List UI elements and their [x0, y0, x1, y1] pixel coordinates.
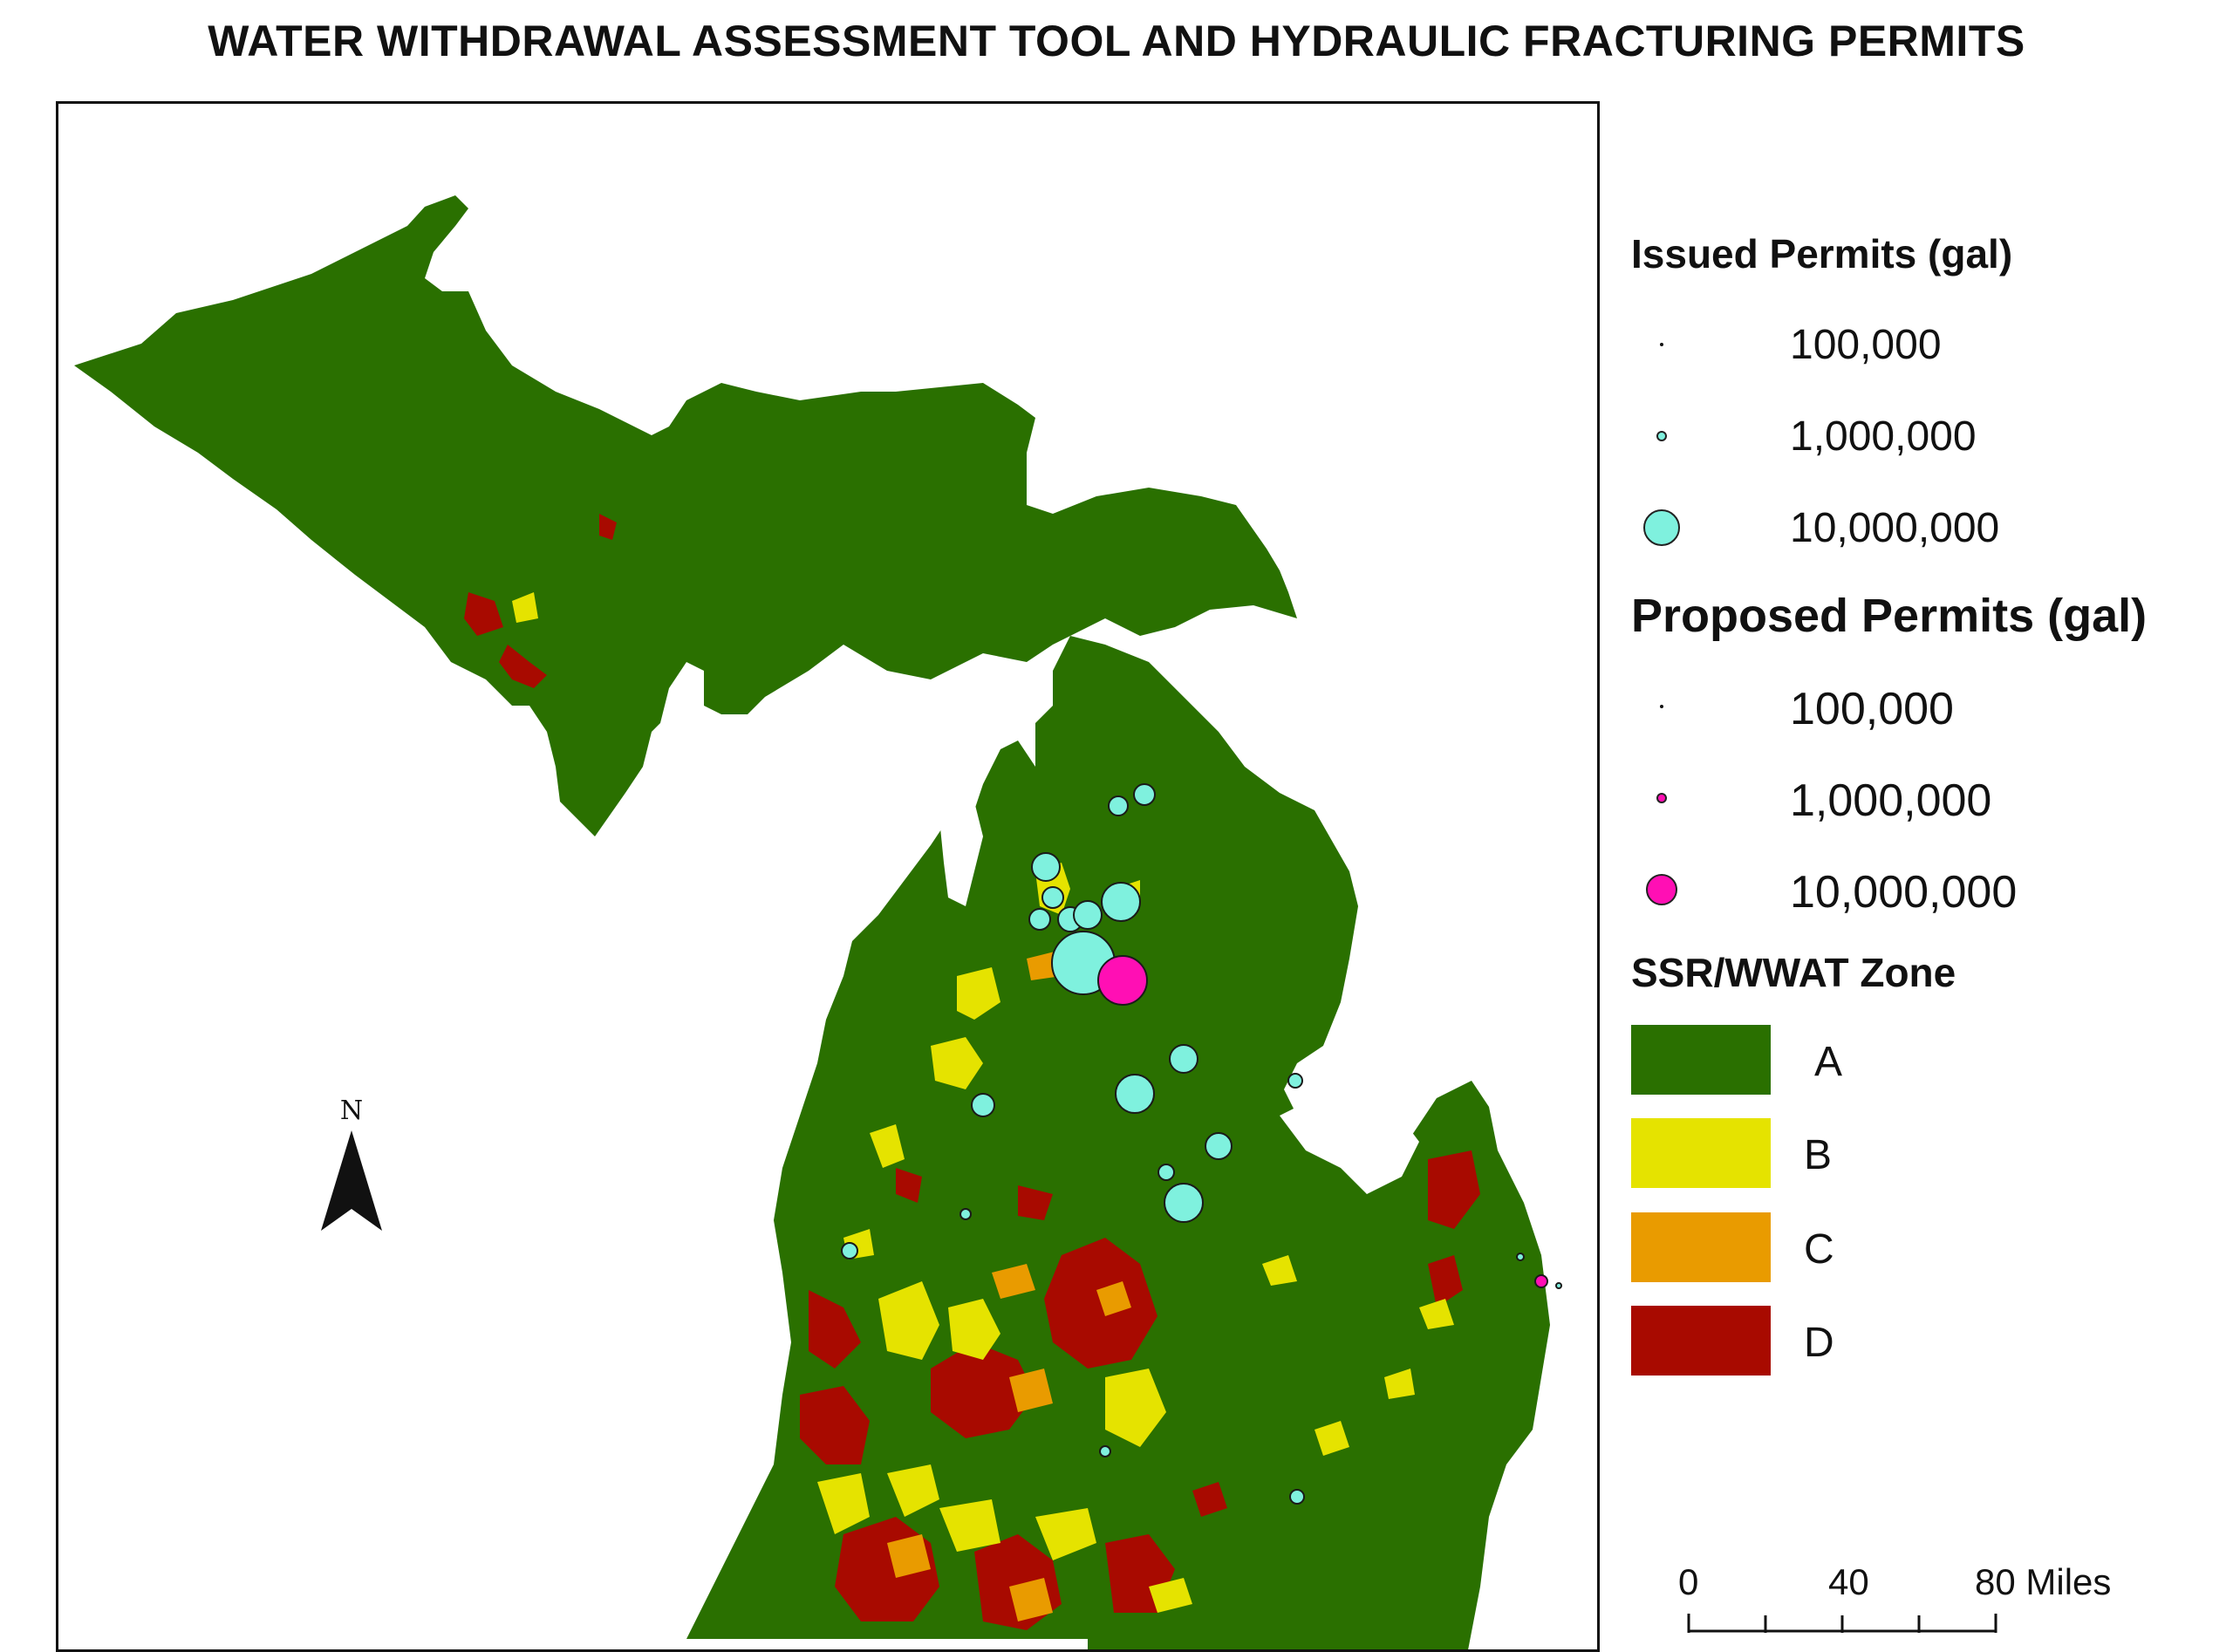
- proposed-permits-heading: Proposed Permits (gal): [1631, 590, 2148, 642]
- issued-permit: [1028, 908, 1051, 931]
- issued-permit: [1031, 852, 1061, 882]
- proposed-1m-label: 1,000,000: [1790, 775, 1992, 826]
- map-frame: [56, 101, 1600, 1652]
- issued-permit: [1101, 882, 1141, 922]
- zone-a-swatch: [1631, 1025, 1771, 1095]
- proposed-permit: [1097, 955, 1148, 1006]
- issued-permit: [1108, 795, 1129, 816]
- issued-permit: [1169, 1044, 1198, 1074]
- issued-100k-label: 100,000: [1790, 322, 1942, 368]
- issued-10m-symbol: [1622, 497, 1701, 558]
- legend-item-proposed-10m: 10,000,000: [1622, 859, 2224, 920]
- issued-100k-symbol: [1622, 314, 1701, 375]
- scale-bar: 0 40 80 Miles: [1657, 1561, 2111, 1640]
- map-title: WATER WITHDRAWAL ASSESSMENT TOOL AND HYD…: [208, 17, 2025, 65]
- issued-permit: [1073, 900, 1103, 930]
- north-letter: N: [339, 1096, 364, 1126]
- zone-heading: SSR/WWAT Zone: [1631, 950, 1956, 995]
- issued-permit: [1555, 1282, 1562, 1289]
- issued-permit: [841, 1242, 858, 1259]
- michigan-map: [74, 195, 1562, 1649]
- north-arrow-icon: [321, 1130, 382, 1231]
- proposed-10m-label: 10,000,000: [1790, 867, 2018, 918]
- issued-10m-label: 10,000,000: [1790, 505, 2000, 551]
- legend-item-issued-1m: 1,000,000: [1622, 406, 2224, 467]
- zone-d-swatch: [1631, 1306, 1771, 1376]
- legend-item-issued-10m: 10,000,000: [1622, 497, 2224, 558]
- proposed-permit: [1534, 1274, 1548, 1288]
- issued-permit: [1205, 1132, 1233, 1160]
- zone-b-swatch: [1631, 1118, 1771, 1188]
- scale-bar-line: [1687, 1614, 1997, 1633]
- legend-item-proposed-100k: 100,000: [1622, 676, 2224, 737]
- zone-d-label: D: [1804, 1320, 1834, 1366]
- lower-peninsula: [686, 636, 1550, 1649]
- north-arrow: N: [312, 1096, 391, 1253]
- issued-1m-label: 1,000,000: [1790, 413, 1977, 460]
- issued-permit: [1157, 1164, 1175, 1181]
- issued-permit: [1516, 1253, 1525, 1261]
- issued-permit: [1164, 1183, 1204, 1223]
- legend-item-proposed-1m: 1,000,000: [1622, 768, 2224, 829]
- issued-permit: [971, 1093, 995, 1117]
- proposed-10m-symbol: [1622, 859, 1701, 920]
- zone-a-label: A: [1814, 1039, 1843, 1085]
- issued-permit: [1115, 1074, 1155, 1114]
- issued-permit: [1289, 1489, 1305, 1505]
- zone-b-label: B: [1804, 1132, 1833, 1178]
- zone-c-label: C: [1804, 1226, 1834, 1273]
- proposed-100k-symbol: [1622, 676, 1701, 737]
- zone-c-swatch: [1631, 1212, 1771, 1282]
- legend-item-issued-100k: 100,000: [1622, 314, 2224, 375]
- issued-permit: [959, 1208, 972, 1220]
- proposed-1m-symbol: [1622, 768, 1701, 829]
- issued-1m-symbol: [1622, 406, 1701, 467]
- issued-permit: [1133, 783, 1156, 806]
- issued-permit: [1041, 886, 1064, 909]
- issued-permits-heading: Issued Permits (gal): [1631, 231, 2013, 276]
- issued-permit: [1287, 1073, 1303, 1089]
- proposed-100k-label: 100,000: [1790, 684, 1954, 734]
- issued-permit: [1099, 1445, 1111, 1457]
